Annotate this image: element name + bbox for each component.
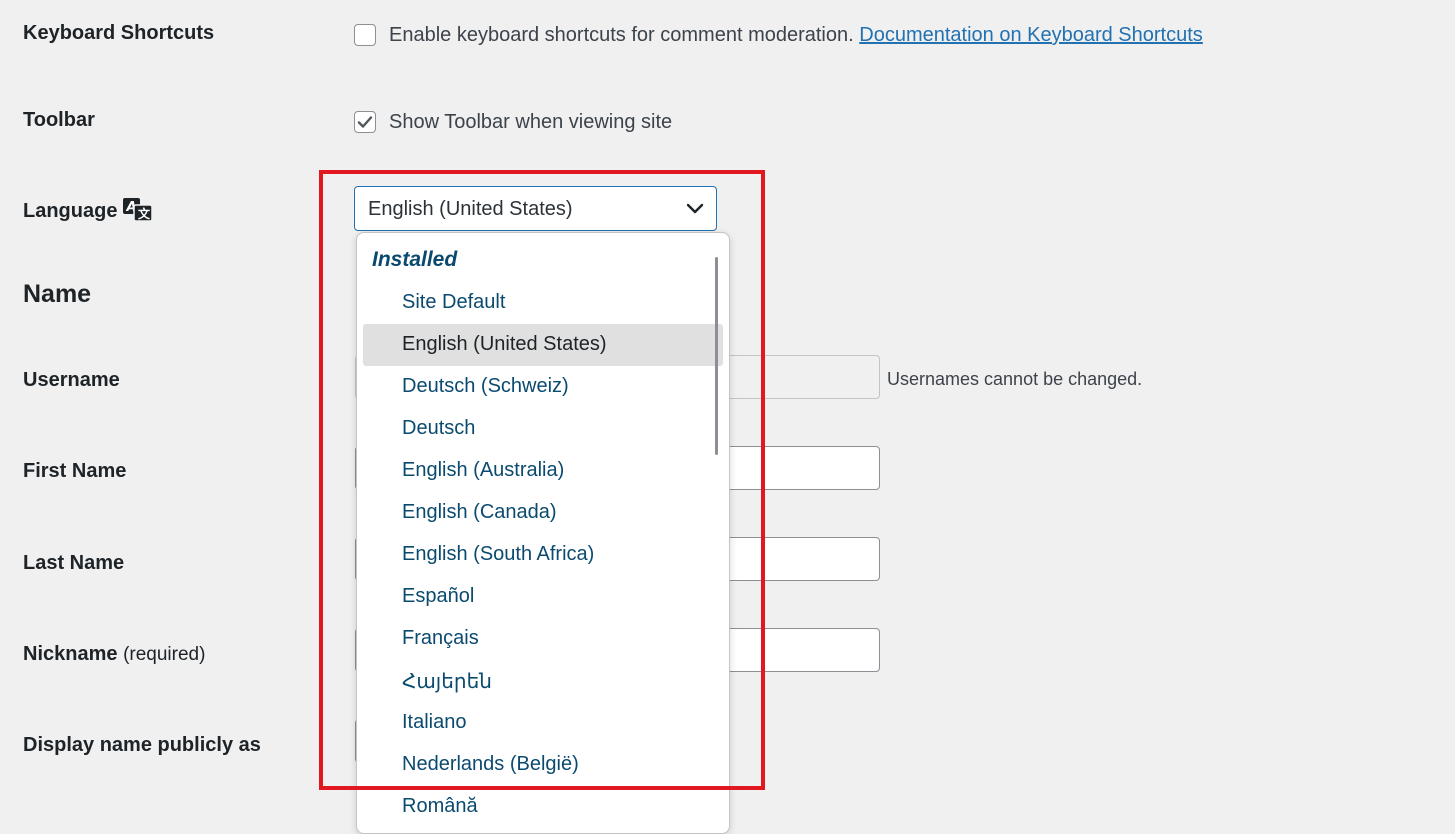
name-section-title: Name — [23, 280, 92, 308]
username-label: Username — [23, 369, 120, 391]
username-hint: Usernames cannot be changed. — [887, 369, 1143, 389]
keyboard-shortcuts-doc-link[interactable]: Documentation on Keyboard Shortcuts — [859, 24, 1203, 46]
nickname-label-text: Nickname — [23, 643, 118, 665]
toolbar-label: Toolbar — [23, 109, 95, 131]
required-marker: (required) — [123, 644, 206, 665]
first-name-label: First Name — [23, 460, 127, 482]
keyboard-shortcuts-label: Keyboard Shortcuts — [23, 22, 215, 44]
toolbar-checkbox[interactable] — [354, 111, 376, 133]
highlight-box — [319, 170, 765, 790]
language-label: Language — [23, 200, 118, 222]
display-name-label: Display name publicly as — [23, 734, 261, 756]
keyboard-shortcuts-description: Enable keyboard shortcuts for comment mo… — [389, 24, 854, 46]
translate-icon: A 文 — [123, 198, 153, 222]
last-name-label: Last Name — [23, 552, 125, 574]
language-option[interactable]: Română — [363, 786, 723, 828]
keyboard-shortcuts-checkbox[interactable] — [354, 24, 376, 46]
svg-text:文: 文 — [138, 206, 151, 221]
checkmark-icon — [357, 116, 373, 128]
nickname-label: Nickname (required) — [23, 643, 205, 666]
keyboard-shortcuts-text: Enable keyboard shortcuts for comment mo… — [389, 24, 1203, 47]
toolbar-checkbox-text: Show Toolbar when viewing site — [389, 111, 673, 133]
